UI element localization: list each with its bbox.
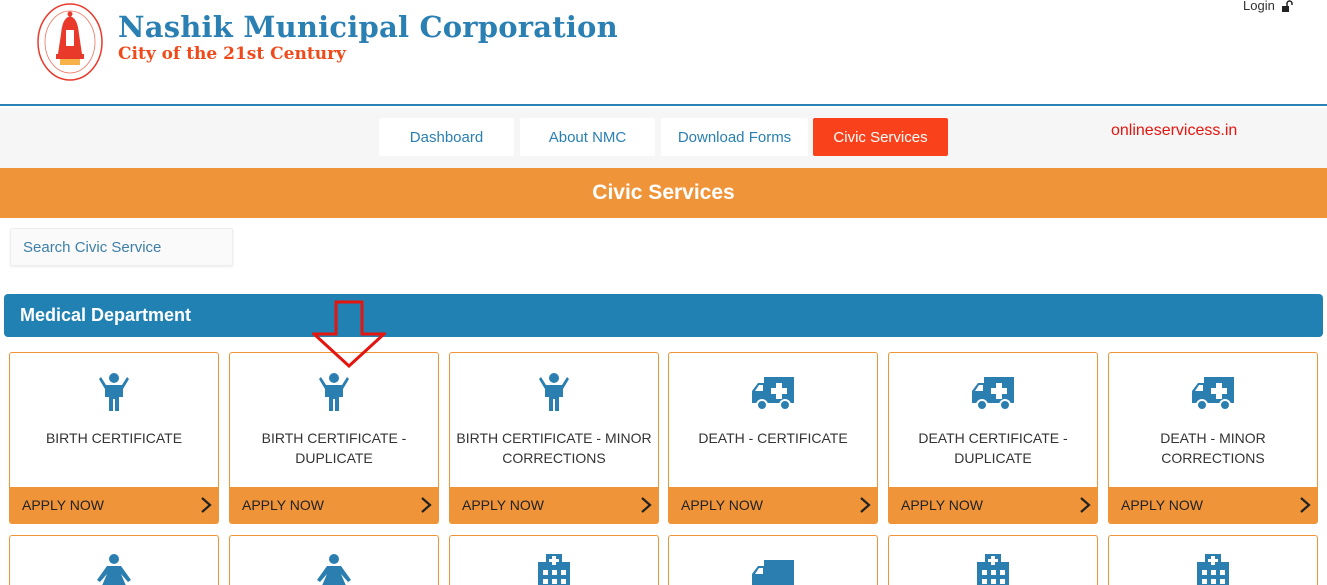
site-header: Nashik Municipal Corporation City of the…	[0, 0, 1327, 106]
service-label: DEATH - CERTIFICATE	[698, 430, 848, 446]
main-nav: Dashboard About NMC Download Forms Civic…	[0, 108, 1327, 168]
ambulance-icon	[669, 373, 877, 413]
watermark-text: onlineservicess.in	[1111, 122, 1238, 139]
service-card[interactable]	[229, 535, 439, 585]
nav-about-nmc[interactable]: About NMC	[520, 118, 655, 156]
nmc-logo-icon[interactable]	[36, 2, 104, 82]
hospital-icon	[1109, 554, 1317, 585]
service-card-death-certificate[interactable]: DEATH - CERTIFICATE APPLY NOW	[668, 352, 878, 524]
apply-now-button[interactable]: APPLY NOW	[450, 487, 658, 523]
hospital-icon	[889, 554, 1097, 585]
service-label: BIRTH CERTIFICATE - MINOR CORRECTIONS	[456, 430, 652, 466]
apply-now-label: APPLY NOW	[681, 497, 763, 513]
child-icon	[10, 373, 218, 413]
banner-title: Civic Services	[592, 181, 735, 204]
service-card[interactable]	[449, 535, 659, 585]
search-input[interactable]	[11, 229, 232, 265]
service-label: BIRTH CERTIFICATE	[45, 430, 183, 446]
apply-now-button[interactable]: APPLY NOW	[10, 487, 218, 523]
nav-download-forms[interactable]: Download Forms	[661, 118, 808, 156]
ambulance-icon	[1109, 373, 1317, 413]
page: Nashik Municipal Corporation City of the…	[0, 0, 1327, 585]
apply-now-button[interactable]: APPLY NOW	[889, 487, 1097, 523]
nav-dashboard[interactable]: Dashboard	[379, 118, 514, 156]
child-icon	[450, 373, 658, 413]
down-arrow-icon	[312, 300, 386, 368]
chevron-right-icon	[1080, 497, 1091, 513]
chevron-right-icon	[1300, 497, 1311, 513]
service-card-birth-certificate-duplicate[interactable]: BIRTH CERTIFICATE - DUPLICATE APPLY NOW	[229, 352, 439, 524]
apply-now-label: APPLY NOW	[901, 497, 983, 513]
department-title: Medical Department	[20, 305, 192, 325]
apply-now-label: APPLY NOW	[1121, 497, 1203, 513]
chevron-right-icon	[641, 497, 652, 513]
apply-now-button[interactable]: APPLY NOW	[230, 487, 438, 523]
child-icon	[230, 373, 438, 413]
search-box	[10, 228, 233, 266]
female-icon	[10, 554, 218, 585]
service-card-death-certificate-duplicate[interactable]: DEATH CERTIFICATE - DUPLICATE APPLY NOW	[888, 352, 1098, 524]
service-label: DEATH CERTIFICATE - DUPLICATE	[918, 430, 1068, 466]
site-title: Nashik Municipal Corporation	[118, 10, 618, 44]
apply-now-button[interactable]: APPLY NOW	[1109, 487, 1317, 523]
apply-now-button[interactable]: APPLY NOW	[669, 487, 877, 523]
service-card[interactable]	[9, 535, 219, 585]
service-card[interactable]	[888, 535, 1098, 585]
apply-now-label: APPLY NOW	[242, 497, 324, 513]
service-card-birth-certificate-minor-corrections[interactable]: BIRTH CERTIFICATE - MINOR CORRECTIONS AP…	[449, 352, 659, 524]
site-subtitle: City of the 21st Century	[118, 44, 346, 64]
service-card[interactable]	[668, 535, 878, 585]
apply-now-label: APPLY NOW	[462, 497, 544, 513]
female-icon	[230, 554, 438, 585]
service-label: BIRTH CERTIFICATE - DUPLICATE	[261, 430, 407, 466]
service-card-birth-certificate[interactable]: BIRTH CERTIFICATE APPLY NOW	[9, 352, 219, 524]
chevron-right-icon	[201, 497, 212, 513]
apply-now-label: APPLY NOW	[22, 497, 104, 513]
nav-civic-services[interactable]: Civic Services	[813, 118, 948, 156]
service-card-death-minor-corrections[interactable]: DEATH - MINOR CORRECTIONS APPLY NOW	[1108, 352, 1318, 524]
login-label: Login	[1243, 0, 1275, 13]
section-banner: Civic Services	[0, 168, 1327, 218]
unlock-icon	[1281, 0, 1293, 12]
service-label: DEATH - MINOR CORRECTIONS	[1160, 430, 1266, 466]
chevron-right-icon	[860, 497, 871, 513]
hospital-icon	[450, 554, 658, 585]
chevron-right-icon	[421, 497, 432, 513]
service-card[interactable]	[1108, 535, 1318, 585]
truck-icon	[669, 558, 877, 585]
ambulance-icon	[889, 373, 1097, 413]
login-link[interactable]: Login	[1243, 0, 1293, 13]
department-header[interactable]: Medical Department	[4, 294, 1323, 337]
